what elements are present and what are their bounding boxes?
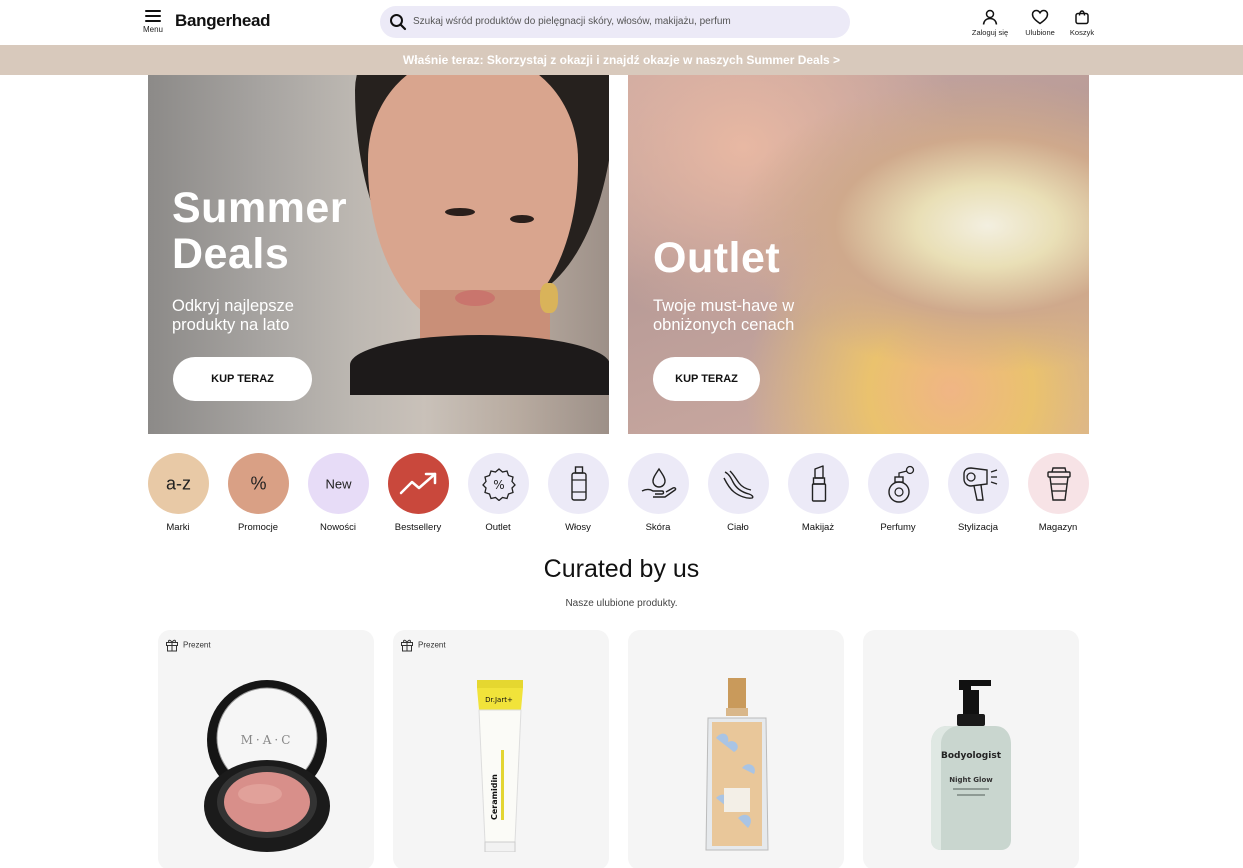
gift-icon [166,639,178,652]
trend-up-icon [399,472,436,494]
cart-button[interactable]: Koszyk [1066,9,1098,37]
cart-label: Koszyk [1069,28,1095,37]
gift-icon [401,639,413,652]
hero-left-title-1: Summer [172,184,348,232]
curated-title: Curated by us [543,555,700,583]
favorites-button[interactable]: Ulubione [1020,9,1060,37]
search-icon [390,14,407,31]
hero-outlet[interactable]: Outlet Twoje must-have w obniżonych cena… [628,75,1089,434]
a-z-icon: a-z [148,453,209,514]
hero-left-content: Summer Deals Odkryj najlepsze produkty n… [172,185,347,335]
bag-icon [1075,10,1089,25]
site-logo[interactable]: Bangerhead [175,11,271,31]
hero-right-content: Outlet Twoje must-have w obniżonych cena… [653,235,794,335]
login-button[interactable]: Zaloguj się [968,9,1012,37]
summer-deals-shop-button[interactable]: KUP TERAZ [173,357,312,401]
product-card[interactable]: Prezent M·A·C [158,630,374,868]
svg-text:M·A·C: M·A·C [241,733,294,747]
svg-text:Night Glow: Night Glow [949,776,993,784]
svg-text:%: % [493,478,504,492]
gift-badge: Prezent [400,638,446,652]
product-card[interactable]: Prezent Dr.Jart+ Ceramidin [393,630,609,868]
category-wlosy[interactable]: Włosy [548,453,609,533]
bottle-icon [570,465,587,501]
product-card[interactable]: Bodyologist Night Glow [863,630,1079,868]
percent-icon: % [228,453,289,514]
hero-right-title: Outlet [653,234,781,282]
category-bestsellery[interactable]: Bestsellery [388,453,449,533]
search-input[interactable]: Szukaj wśród produktów do pielęgnacji sk… [380,6,850,38]
category-outlet[interactable]: % Outlet [468,453,529,533]
svg-text:Ceramidin: Ceramidin [490,774,499,820]
category-perfumy[interactable]: Perfumy [868,453,929,533]
pump-bottle-icon: Bodyologist Night Glow [931,680,1011,850]
category-magazyn[interactable]: Magazyn [1028,453,1089,533]
legs-icon [722,470,753,499]
user-icon [982,9,998,25]
hero-summer-deals[interactable]: Summer Deals Odkryj najlepsze produkty n… [148,75,609,434]
cream-tube-icon: Dr.Jart+ Ceramidin [477,680,523,852]
hairdryer-icon [962,466,997,501]
promo-text: Właśnie teraz: Skorzystaj z okazji i zna… [402,53,841,67]
site-header: Menu Bangerhead Szukaj wśród produktów d… [0,0,1243,45]
svg-text:Dr.Jart+: Dr.Jart+ [485,696,513,704]
percent-badge-icon: % [481,467,516,501]
hero-left-subtitle-1: Odkryj najlepsze [172,297,294,315]
hero-right-subtitle-1: Twoje must-have w [653,297,795,315]
category-stylizacja[interactable]: Stylizacja [948,453,1009,533]
search-placeholder: Szukaj wśród produktów do pielęgnacji sk… [413,16,731,27]
outlet-shop-button[interactable]: KUP TERAZ [653,357,760,401]
hero-left-title-2: Deals [172,230,290,278]
coffee-cup-icon [1046,466,1071,501]
menu-button[interactable]: Menu [140,10,166,34]
login-label: Zaloguj się [971,28,1009,37]
promo-bar[interactable]: Właśnie teraz: Skorzystaj z okazji i zna… [0,45,1243,75]
new-icon: New [308,453,369,514]
perfume-bottle-icon [705,678,769,851]
hamburger-icon [145,10,161,22]
lipstick-icon [811,464,826,502]
menu-label: Menu [142,25,163,34]
category-promocje[interactable]: % Promocje [228,453,289,533]
drop-hand-icon [641,467,676,498]
svg-text:Bodyologist: Bodyologist [941,751,1002,761]
blush-compact-icon: M·A·C [204,680,330,852]
category-makijaz[interactable]: Makijaż [788,453,849,533]
category-skora[interactable]: Skóra [628,453,689,533]
favorites-label: Ulubione [1025,28,1055,37]
gift-badge: Prezent [165,638,211,652]
category-marki[interactable]: a-z Marki [148,453,209,533]
category-nowosci[interactable]: New Nowości [308,453,369,533]
heart-icon [1031,9,1049,25]
category-row: a-z Marki % Promocje New Nowości Bestsel… [148,453,1108,543]
perfume-icon [887,465,914,503]
hero-right-subtitle-2: obniżonych cenach [653,316,795,334]
curated-subtitle: Nasze ulubione produkty. [565,598,678,609]
product-card[interactable] [628,630,844,868]
category-cialo[interactable]: Ciało [708,453,769,533]
hero-left-subtitle-2: produkty na lato [172,316,290,334]
